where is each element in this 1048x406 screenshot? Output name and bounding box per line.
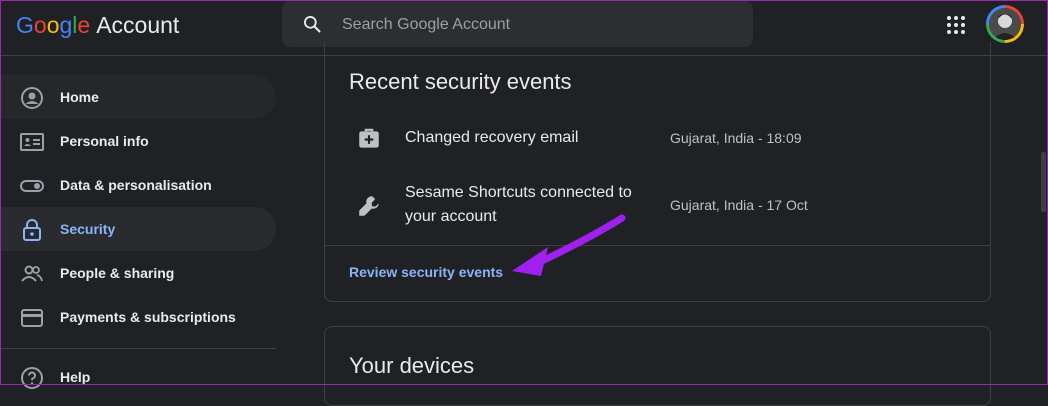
- help-icon: [20, 366, 44, 390]
- sidebar-item-data-personalisation[interactable]: Data & personalisation: [0, 163, 276, 207]
- event-meta: Gujarat, India - 17 Oct: [670, 197, 808, 213]
- medkit-icon: [356, 126, 382, 152]
- wrench-icon: [356, 193, 382, 219]
- sidebar-item-label: Data & personalisation: [60, 177, 212, 193]
- id-card-icon: [20, 130, 44, 154]
- sidebar-item-help[interactable]: Help: [0, 355, 276, 399]
- card-icon: [20, 306, 44, 330]
- search-bar[interactable]: [282, 1, 753, 49]
- event-title[interactable]: Sesame Shortcuts connected to your accou…: [405, 181, 655, 229]
- lock-icon: [20, 218, 44, 242]
- avatar-photo: [989, 8, 1021, 40]
- search-icon[interactable]: [302, 14, 322, 39]
- event-title[interactable]: Changed recovery email: [405, 126, 655, 150]
- google-account-logo[interactable]: Google Account: [16, 11, 179, 39]
- event-meta: Gujarat, India - 18:09: [670, 130, 802, 146]
- sidebar-item-people-sharing[interactable]: People & sharing: [0, 251, 276, 295]
- sidebar-item-label: Personal info: [60, 133, 149, 149]
- sidebar-item-personal-info[interactable]: Personal info: [0, 119, 276, 163]
- recent-security-events-title: Recent security events: [349, 69, 572, 94]
- toggle-icon: [20, 174, 44, 198]
- sidebar-item-payments-subscriptions[interactable]: Payments & subscriptions: [0, 295, 276, 339]
- sidebar-item-label: People & sharing: [60, 265, 175, 281]
- sidebar-item-label: Help: [60, 369, 91, 385]
- review-security-events-link[interactable]: Review security events: [349, 264, 503, 280]
- scrollbar-thumb[interactable]: [1041, 152, 1046, 212]
- recent-security-events-card: Recent security events Changed recovery …: [324, 42, 991, 302]
- your-devices-card: Your devices: [324, 326, 991, 406]
- account-label: Account: [96, 12, 180, 38]
- home-account-icon: [20, 86, 44, 110]
- sidebar-item-label: Payments & subscriptions: [60, 309, 236, 325]
- sidebar-divider: [0, 348, 276, 349]
- your-devices-title: Your devices: [349, 353, 475, 378]
- sidebar-item-label: Security: [60, 221, 116, 237]
- sidebar-item-security[interactable]: Security: [0, 207, 276, 251]
- sidebar-item-label: Home: [60, 89, 99, 105]
- apps-grid-icon[interactable]: [945, 14, 967, 36]
- avatar[interactable]: [986, 5, 1024, 43]
- sidebar-item-home[interactable]: Home: [0, 75, 276, 119]
- card-divider: [325, 245, 990, 246]
- google-wordmark: Google: [16, 12, 91, 38]
- people-icon: [20, 262, 44, 286]
